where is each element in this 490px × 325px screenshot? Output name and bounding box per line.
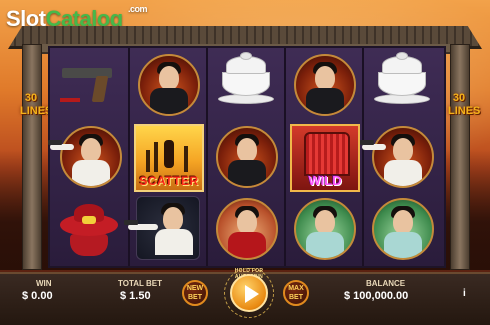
symbol-teacup [208, 50, 282, 118]
symbol-woman-red-dress [208, 194, 282, 262]
gun-icon [360, 140, 374, 145]
portrait-frame [372, 198, 434, 260]
win-value: $ 0.00 [22, 290, 53, 302]
total-bet-value: $ 1.50 [120, 290, 151, 302]
symbol-wild: WILD [286, 122, 360, 192]
portrait-frame [372, 126, 434, 188]
right-lines-label: 30 LINES [448, 92, 481, 117]
portrait-frame [294, 54, 356, 116]
portrait-frame [60, 126, 122, 188]
balance-label: BALANCE [366, 279, 406, 288]
wild-frame: WILD [290, 124, 360, 192]
red-hat-icon [60, 200, 118, 258]
left-pillar [22, 44, 42, 270]
symbol-man-white-shirt [48, 122, 126, 190]
new-bet-button[interactable]: NEW BET [182, 280, 208, 306]
reel-area: SCATTER WILD [48, 46, 446, 268]
left-lines-label: 30 LINES [20, 92, 53, 117]
logo-text-com: .com [128, 4, 148, 14]
scatter-label: SCATTER [139, 174, 199, 188]
right-pillar [450, 44, 470, 270]
spin-button[interactable] [230, 274, 268, 312]
symbol-man-white-shirt [360, 122, 438, 190]
symbol-man-black-coat [208, 122, 282, 190]
gun-icon [48, 140, 62, 145]
symbol-red-hat [52, 194, 126, 262]
silhouette-figure-icon [164, 140, 174, 168]
info-button[interactable]: i [463, 288, 466, 299]
wild-label: WILD [308, 173, 342, 188]
symbol-scatter: SCATTER [130, 122, 204, 192]
pistol-icon [58, 62, 120, 106]
portrait-frame [138, 54, 200, 116]
portrait-frame [216, 126, 278, 188]
total-bet-label: TOTAL BET [118, 279, 162, 288]
teacup-icon [374, 52, 430, 112]
symbol-teacup [364, 50, 438, 118]
sedan-chair-icon [304, 132, 350, 176]
balance-value: $ 100,000.00 [344, 290, 409, 302]
symbol-woman-teal-dress [364, 194, 438, 262]
portrait-frame [216, 198, 278, 260]
symbol-woman-teal-dress [286, 194, 360, 262]
max-bet-button[interactable]: MAX BET [283, 280, 309, 306]
scatter-frame: SCATTER [134, 124, 204, 192]
symbol-man-black-coat [286, 50, 360, 118]
win-label: WIN [36, 279, 52, 288]
portrait-frame [294, 198, 356, 260]
teacup-icon [218, 52, 274, 112]
symbol-man-black-coat [130, 50, 204, 118]
gun-icon [124, 220, 138, 225]
play-icon [245, 285, 259, 303]
symbol-man-white-shirt [124, 194, 204, 262]
symbol-pistol [52, 50, 126, 118]
